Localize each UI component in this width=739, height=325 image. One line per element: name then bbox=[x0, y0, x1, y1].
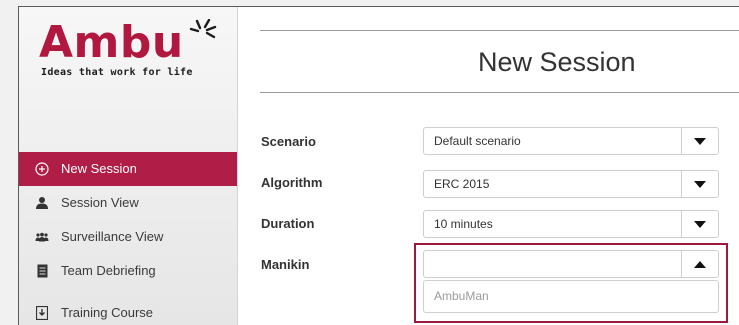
sidebar-item-session-view[interactable]: Session View bbox=[19, 186, 237, 220]
logo-burst-icon bbox=[189, 19, 217, 39]
sidebar-item-label: New Session bbox=[61, 161, 137, 176]
person-icon bbox=[33, 186, 51, 220]
duration-value: 10 minutes bbox=[434, 217, 493, 231]
duration-dropdown-button[interactable] bbox=[681, 211, 718, 237]
scenario-value: Default scenario bbox=[434, 134, 521, 148]
caret-down-icon bbox=[694, 180, 706, 188]
caret-down-icon bbox=[694, 220, 706, 228]
algorithm-select[interactable]: ERC 2015 bbox=[423, 170, 719, 198]
manikin-option-ambuman[interactable]: AmbuMan bbox=[434, 281, 489, 312]
download-icon bbox=[33, 296, 51, 325]
scenario-select[interactable]: Default scenario bbox=[423, 127, 719, 155]
title-divider bbox=[260, 92, 739, 93]
logo-wordmark: Ambu bbox=[39, 17, 184, 68]
sidebar-item-surveillance-view[interactable]: Surveillance View bbox=[19, 220, 237, 254]
sidebar: Ambu Ideas that work for life New Sessio… bbox=[19, 7, 238, 325]
main-content: New Session Scenario Default scenario Al… bbox=[238, 7, 739, 325]
duration-label: Duration bbox=[261, 216, 315, 231]
scenario-dropdown-button[interactable] bbox=[681, 128, 718, 154]
ambu-logo: Ambu Ideas that work for life bbox=[39, 19, 229, 81]
group-icon bbox=[33, 220, 51, 254]
manikin-dropdown-list: AmbuMan bbox=[423, 280, 719, 313]
caret-up-icon bbox=[694, 260, 706, 268]
algorithm-value: ERC 2015 bbox=[434, 177, 490, 191]
algorithm-label: Algorithm bbox=[261, 175, 323, 190]
manikin-label: Manikin bbox=[261, 257, 310, 272]
app-window: Ambu Ideas that work for life New Sessio… bbox=[18, 6, 739, 325]
sidebar-item-label: Training Course bbox=[61, 305, 154, 320]
sidebar-item-training-course[interactable]: Training Course bbox=[19, 296, 237, 325]
plus-circle-icon bbox=[33, 152, 51, 186]
scenario-label: Scenario bbox=[261, 134, 316, 149]
manikin-select[interactable] bbox=[423, 250, 719, 278]
sidebar-item-new-session[interactable]: New Session bbox=[19, 152, 237, 186]
document-icon bbox=[33, 254, 51, 288]
sidebar-nav: New Session Session View Surveillance Vi… bbox=[19, 152, 237, 325]
sidebar-item-label: Session View bbox=[61, 195, 139, 210]
sidebar-item-label: Team Debriefing bbox=[61, 263, 156, 278]
caret-down-icon bbox=[694, 137, 706, 145]
manikin-dropdown-button[interactable] bbox=[681, 251, 718, 277]
sidebar-item-team-debriefing[interactable]: Team Debriefing bbox=[19, 254, 237, 288]
duration-select[interactable]: 10 minutes bbox=[423, 210, 719, 238]
sidebar-item-label: Surveillance View bbox=[61, 229, 164, 244]
page-title: New Session bbox=[478, 47, 636, 77]
logo-tagline: Ideas that work for life bbox=[41, 67, 193, 78]
algorithm-dropdown-button[interactable] bbox=[681, 171, 718, 197]
top-divider bbox=[260, 30, 739, 31]
